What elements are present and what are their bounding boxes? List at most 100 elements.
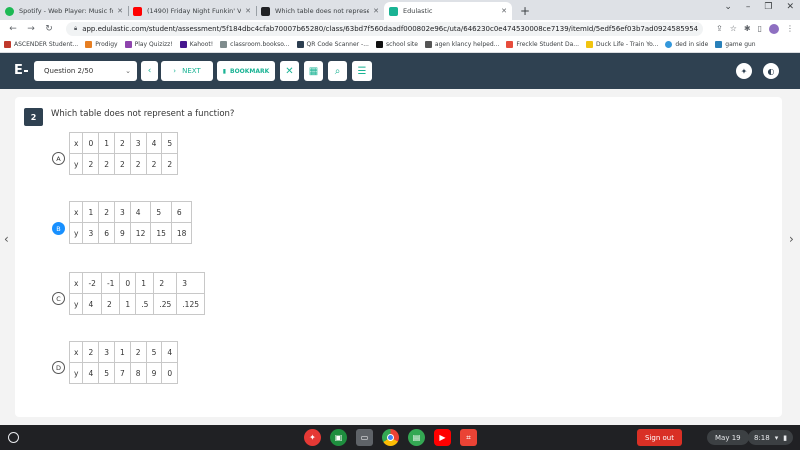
tab-label: (1490) Friday Night Funkin' VS — [147, 7, 242, 15]
chevron-left-icon: ‹ — [147, 66, 152, 76]
settings-button[interactable]: ◐ — [763, 63, 779, 79]
wifi-icon: ▾ — [774, 433, 779, 442]
table-cell: 1 — [114, 341, 131, 363]
table-cell: 2 — [100, 293, 121, 315]
table-cell: 6 — [170, 201, 193, 223]
answer-eliminator-button[interactable]: ✕ — [280, 61, 299, 81]
tab-spotify[interactable]: Spotify - Web Player: Music for e ✕ — [0, 2, 128, 20]
bookmark-item[interactable]: ASCENDER Student... — [4, 41, 78, 48]
chevron-down-icon[interactable]: ⌄ — [724, 2, 732, 12]
bookmark-item[interactable]: school site — [375, 41, 418, 48]
date-display[interactable]: May 19 — [707, 430, 749, 445]
tab-edulastic[interactable]: Edulastic ✕ — [384, 2, 512, 20]
back-arrow-icon[interactable]: ← — [6, 24, 20, 34]
row-header: x — [68, 132, 84, 154]
table-cell: .5 — [135, 293, 155, 315]
bookmark-label: Freckle Student Da... — [516, 41, 580, 48]
table-cell: 2 — [82, 341, 100, 363]
bookmark-item[interactable]: Freckle Student Da... — [506, 41, 579, 48]
question-select[interactable]: Question 2/50 ⌄ — [34, 61, 137, 81]
reload-icon[interactable]: ↻ — [42, 24, 56, 34]
radio-d[interactable]: D — [52, 361, 65, 374]
radio-b[interactable]: B — [52, 222, 65, 235]
status-tray[interactable]: 8:18 ▾ ▮ — [748, 430, 794, 445]
sidepanel-icon[interactable]: ▯ — [758, 24, 762, 33]
radio-a[interactable]: A — [52, 152, 65, 165]
calculator-icon: ▦ — [308, 65, 319, 77]
tab-label: Which table does not represent — [275, 7, 370, 15]
zoom-button[interactable]: ⌕ — [328, 61, 347, 81]
table-row: y 3 6 9 12 15 18 — [68, 222, 193, 244]
more-icon[interactable]: ⋮ — [786, 24, 794, 33]
bookmark-item[interactable]: Prodigy — [85, 41, 118, 48]
launcher-icon[interactable] — [8, 432, 19, 443]
prev-question-arrow-icon[interactable]: ‹ — [4, 232, 9, 246]
bookmark-item[interactable]: agen klancy helped... — [424, 41, 499, 48]
table-cell: 6 — [98, 222, 116, 244]
bookmark-favicon-icon — [179, 41, 187, 48]
next-button[interactable]: › NEXT — [161, 61, 213, 81]
close-window-icon[interactable]: ✕ — [786, 2, 794, 12]
menu-button[interactable]: ☰ — [352, 61, 372, 81]
table-row: y 2 2 2 2 2 2 — [68, 153, 179, 175]
accessibility-button[interactable]: ✦ — [736, 63, 752, 79]
os-taskbar: ✦ ▣ ▭ ▤ ▶ ⌗ Sign out May 19 8:18 ▾ ▮ — [0, 425, 800, 450]
question-number: 2 — [24, 108, 43, 126]
extensions-icon[interactable]: ✱ — [744, 24, 751, 33]
bookmark-item[interactable]: Duck Life - Train Yo... — [586, 41, 658, 48]
window-controls: ⌄ – ❐ ✕ — [724, 2, 794, 12]
bookmark-item[interactable]: game gun — [715, 41, 756, 48]
address-bar[interactable]: 🔒︎ app.edulastic.com/student/assessment/… — [66, 21, 704, 36]
table-cell: 4 — [82, 362, 100, 384]
bookmark-favicon-icon — [85, 41, 93, 48]
avatar[interactable] — [769, 23, 779, 34]
table-cell: 5 — [98, 362, 116, 384]
share-icon[interactable]: ⇪ — [716, 24, 723, 33]
radio-c[interactable]: C — [52, 292, 65, 305]
row-header: y — [68, 153, 84, 175]
bookmarks-bar: ASCENDER Student... Prodigy Play Quizizz… — [0, 37, 800, 53]
classroom-app-icon[interactable]: ▣ — [330, 429, 347, 446]
next-question-arrow-icon[interactable]: › — [789, 232, 794, 246]
classroom-2-app-icon[interactable]: ▤ — [408, 429, 425, 446]
close-icon[interactable]: ✕ — [245, 7, 251, 15]
bookmark-item[interactable]: Play Quizizz! — [124, 41, 173, 48]
table-cell: 2 — [98, 201, 116, 223]
table-cell: 2 — [82, 153, 100, 175]
bookmark-item[interactable]: classroom.bookso... — [220, 41, 290, 48]
bookmark-item[interactable]: QR Code Scanner -... — [296, 41, 369, 48]
table-cell: 9 — [114, 222, 131, 244]
bookmark-button[interactable]: ▮ BOOKMARK — [217, 61, 275, 81]
bookmark-item[interactable]: Kahoot! — [179, 41, 213, 48]
sign-out-button[interactable]: Sign out — [637, 429, 682, 446]
bookmark-favicon-icon — [375, 41, 383, 48]
table-cell: 9 — [145, 362, 163, 384]
tab-youtube[interactable]: (1490) Friday Night Funkin' VS ✕ — [128, 2, 256, 20]
game-app-icon[interactable]: ✦ — [304, 429, 321, 446]
edulastic-logo: E — [14, 63, 28, 78]
screenshot-app-icon[interactable]: ⌗ — [460, 429, 477, 446]
minimize-icon[interactable]: – — [746, 2, 751, 12]
calculator-button[interactable]: ▦ — [304, 61, 323, 81]
star-icon[interactable]: ☆ — [730, 24, 737, 33]
previous-button[interactable]: ‹ — [141, 61, 158, 81]
chrome-icon[interactable] — [382, 429, 399, 446]
youtube-icon — [133, 6, 142, 16]
bookmark-item[interactable]: ded in side — [665, 41, 708, 48]
youtube-icon[interactable]: ▶ — [434, 429, 451, 446]
new-tab-button[interactable]: + — [512, 4, 538, 20]
bookmark-label: QR Code Scanner -... — [306, 41, 369, 48]
forward-arrow-icon[interactable]: → — [24, 24, 38, 34]
restore-icon[interactable]: ❐ — [764, 2, 772, 12]
close-icon[interactable]: ✕ — [501, 7, 507, 15]
table-cell: 0 — [161, 362, 179, 384]
close-icon[interactable]: ✕ — [117, 7, 123, 15]
table-row: x 1 2 3 4 5 6 — [68, 201, 193, 223]
question-text: Which table does not represent a functio… — [51, 109, 235, 119]
close-icon[interactable]: ✕ — [373, 7, 379, 15]
row-header: y — [68, 293, 84, 315]
tab-question[interactable]: Which table does not represent ✕ — [256, 2, 384, 20]
table-row: y 4 2 1 .5 .25 .125 — [68, 293, 205, 315]
files-app-icon[interactable]: ▭ — [356, 429, 373, 446]
table-cell: 2 — [129, 341, 147, 363]
